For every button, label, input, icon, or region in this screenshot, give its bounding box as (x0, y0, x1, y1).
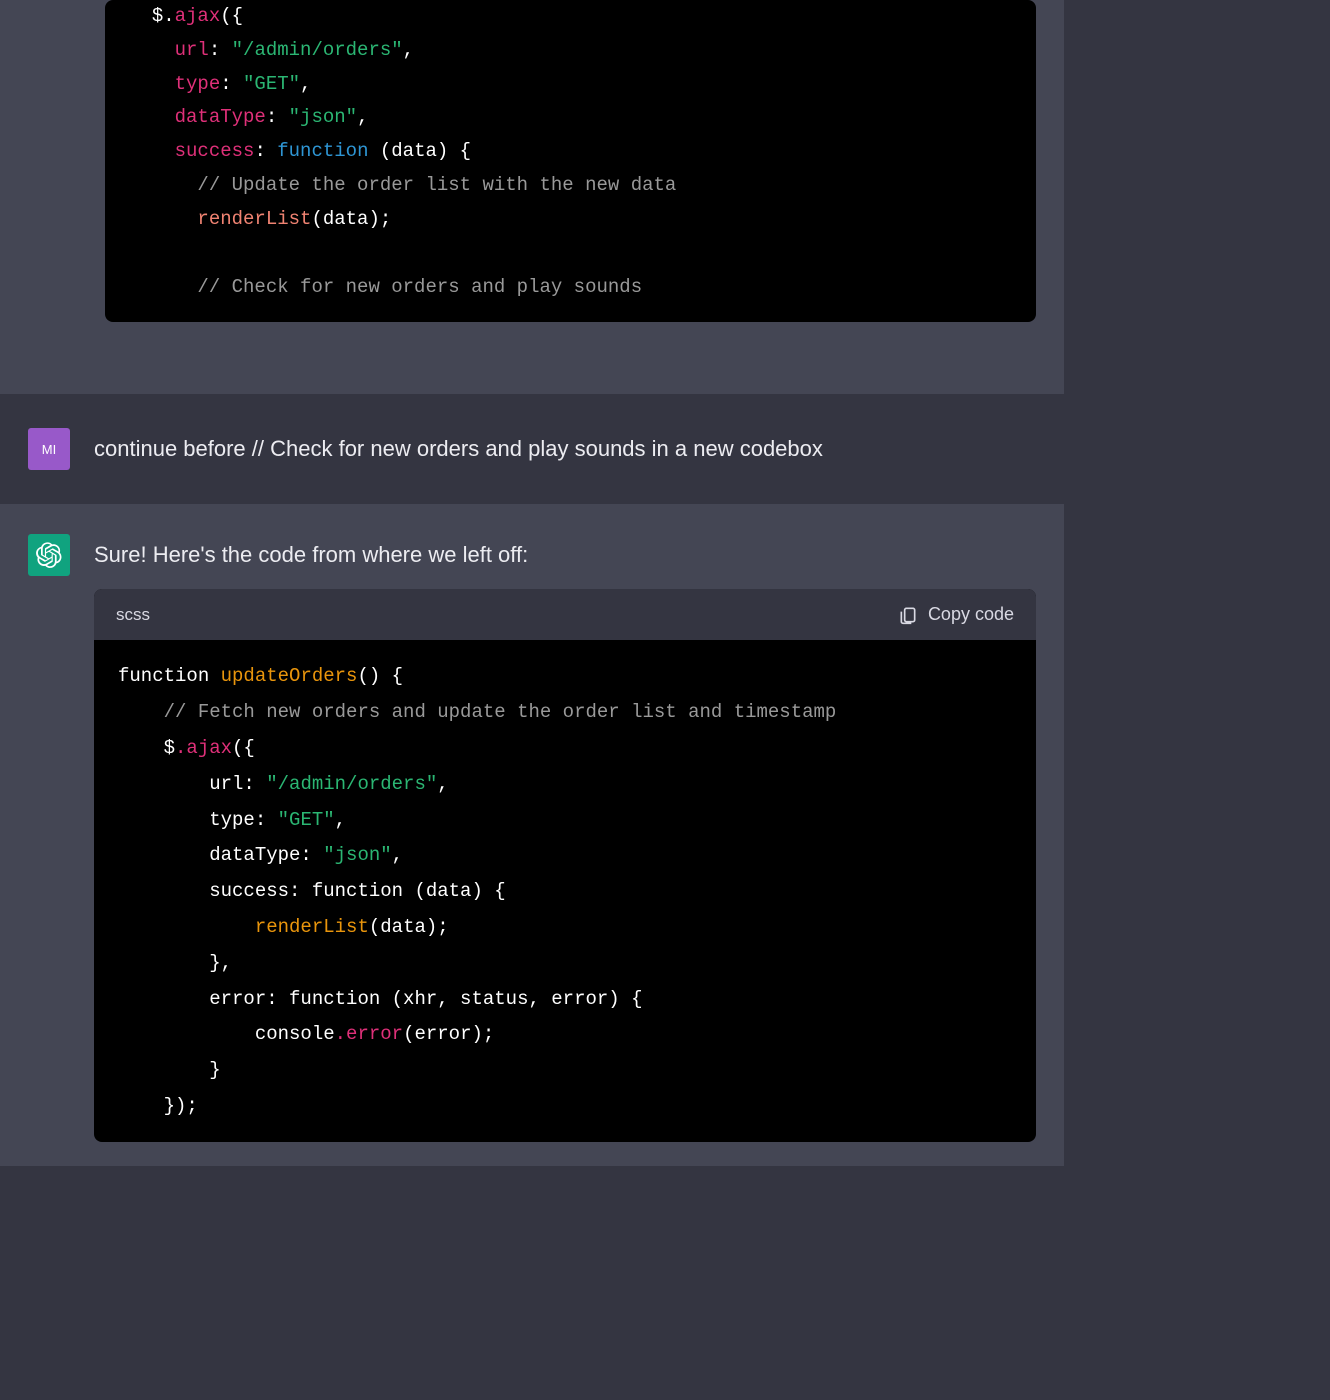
user-text: continue before // Check for new orders … (94, 428, 1036, 465)
clipboard-icon (898, 605, 918, 625)
code-lang-label: scss (116, 602, 150, 628)
code-content: $.ajax({ url: "/admin/orders", type: "GE… (129, 5, 676, 298)
code-block: scss Copy code function updateOrders() {… (94, 589, 1036, 1142)
assistant-message-prev: $.ajax({ url: "/admin/orders", type: "GE… (0, 0, 1064, 394)
openai-logo-icon (36, 542, 62, 568)
copy-code-label: Copy code (928, 601, 1014, 628)
code-content: function updateOrders() { // Fetch new o… (118, 665, 836, 1117)
code-header: scss Copy code (94, 589, 1036, 640)
avatar: MI (28, 428, 70, 470)
assistant-message: Sure! Here's the code from where we left… (0, 504, 1064, 1166)
assistant-intro-text: Sure! Here's the code from where we left… (94, 538, 1036, 571)
avatar (28, 534, 70, 576)
copy-code-button[interactable]: Copy code (898, 601, 1014, 628)
code-block: $.ajax({ url: "/admin/orders", type: "GE… (105, 0, 1036, 322)
user-message: MI continue before // Check for new orde… (0, 394, 1064, 504)
